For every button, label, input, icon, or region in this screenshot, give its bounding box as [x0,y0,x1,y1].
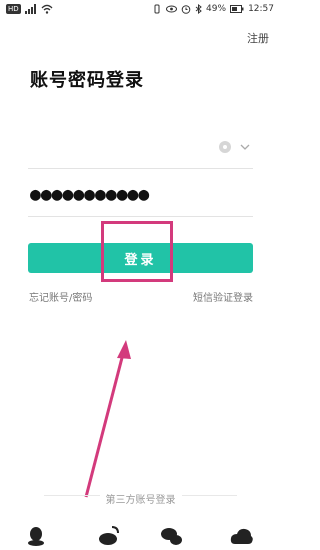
weibo-icon[interactable] [97,524,121,548]
cloud-icon[interactable] [230,524,254,548]
wechat-icon[interactable] [160,524,184,548]
annotation-arrow [84,340,131,498]
third-party-label-text: 第三方账号登录 [99,495,182,506]
qq-icon[interactable] [24,524,48,548]
social-login-row [0,524,281,550]
third-party-label: 第三方账号登录 [0,488,281,507]
